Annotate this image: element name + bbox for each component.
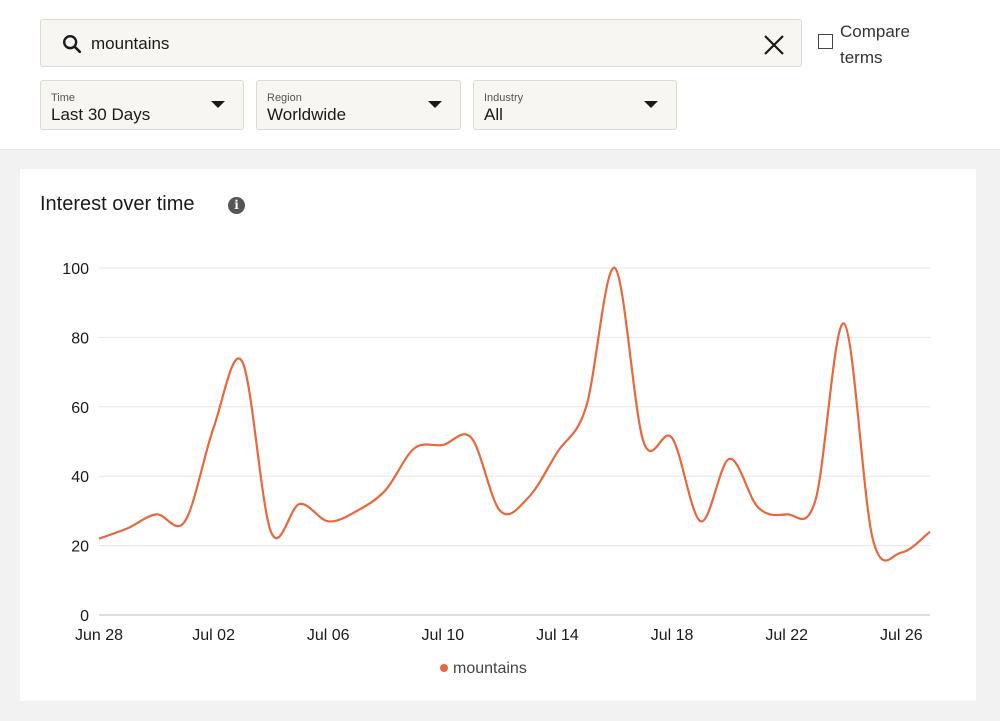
data-point[interactable] [525, 493, 533, 501]
filter-panel: Compare terms Time Last 30 Days Region W… [0, 0, 1000, 150]
data-point[interactable] [95, 535, 103, 543]
data-point[interactable] [210, 424, 218, 432]
industry-dropdown-label: Industry [484, 92, 524, 104]
y-tick-label: 80 [71, 330, 89, 347]
chart-legend: mountains [440, 660, 527, 678]
data-point[interactable] [897, 549, 905, 557]
y-tick-label: 60 [71, 400, 89, 417]
time-dropdown-value: Last 30 Days [51, 105, 151, 124]
interest-chart: 0 20 40 60 80 100 Jun 28 Jul 02 Jul 06 Jul 10 Jul … [62, 261, 934, 644]
x-tick-label: Jun 28 [75, 627, 123, 644]
series-line-mountains [98, 266, 931, 562]
data-point[interactable] [324, 517, 332, 525]
data-point[interactable] [152, 510, 160, 518]
data-point[interactable] [238, 358, 246, 366]
data-point[interactable] [353, 507, 361, 515]
data-point[interactable] [611, 264, 619, 272]
data-point[interactable] [553, 448, 561, 456]
data-point[interactable] [496, 507, 504, 515]
x-tick-label: Jul 26 [880, 627, 923, 644]
data-point[interactable] [181, 517, 189, 525]
time-dropdown-label: Time [51, 92, 76, 104]
data-point[interactable] [869, 535, 877, 543]
caret-down-icon [211, 101, 225, 108]
time-dropdown[interactable]: Time Last 30 Days [40, 80, 244, 130]
data-point[interactable] [811, 496, 819, 504]
data-point[interactable] [267, 528, 275, 536]
x-tick-label: Jul 06 [307, 627, 350, 644]
x-tick-label: Jul 22 [765, 627, 808, 644]
compare-terms-checkbox[interactable] [818, 34, 833, 49]
region-dropdown-value: Worldwide [267, 105, 347, 124]
y-tick-label: 40 [71, 469, 89, 486]
data-point[interactable] [725, 455, 733, 463]
interest-over-time-card: Interest over time i 0 20 40 60 80 100 Jun 28 J… [20, 169, 976, 701]
y-tick-label: 100 [62, 261, 89, 278]
data-point[interactable] [697, 517, 705, 525]
y-tick-label: 0 [80, 608, 89, 625]
data-point[interactable] [668, 434, 676, 442]
region-dropdown-label: Region [267, 92, 302, 104]
close-icon[interactable] [761, 32, 787, 58]
legend-swatch [440, 663, 448, 672]
x-tick-label: Jul 14 [536, 627, 579, 644]
y-tick-label: 20 [71, 539, 89, 556]
data-point[interactable] [382, 486, 390, 494]
industry-dropdown-value: All [484, 105, 503, 124]
region-dropdown[interactable]: Region Worldwide [256, 80, 461, 130]
compare-terms-label: Compare terms [840, 22, 910, 67]
search-box[interactable] [40, 19, 802, 67]
caret-down-icon [428, 101, 442, 108]
data-point[interactable] [468, 434, 476, 442]
data-point[interactable] [296, 500, 304, 508]
data-point[interactable] [926, 528, 934, 536]
data-point[interactable] [754, 503, 762, 511]
search-input[interactable] [91, 34, 691, 54]
data-point[interactable] [840, 320, 848, 328]
data-point[interactable] [639, 438, 647, 446]
data-point[interactable] [439, 441, 447, 449]
data-point[interactable] [582, 403, 590, 411]
data-point[interactable] [783, 510, 791, 518]
legend-label: mountains [453, 660, 527, 677]
industry-dropdown[interactable]: Industry All [473, 80, 677, 130]
x-tick-label: Jul 18 [651, 627, 694, 644]
x-tick-label: Jul 10 [422, 627, 465, 644]
caret-down-icon [644, 101, 658, 108]
data-point[interactable] [124, 524, 132, 532]
x-tick-label: Jul 02 [192, 627, 235, 644]
data-point[interactable] [410, 444, 418, 452]
search-icon [63, 35, 82, 54]
